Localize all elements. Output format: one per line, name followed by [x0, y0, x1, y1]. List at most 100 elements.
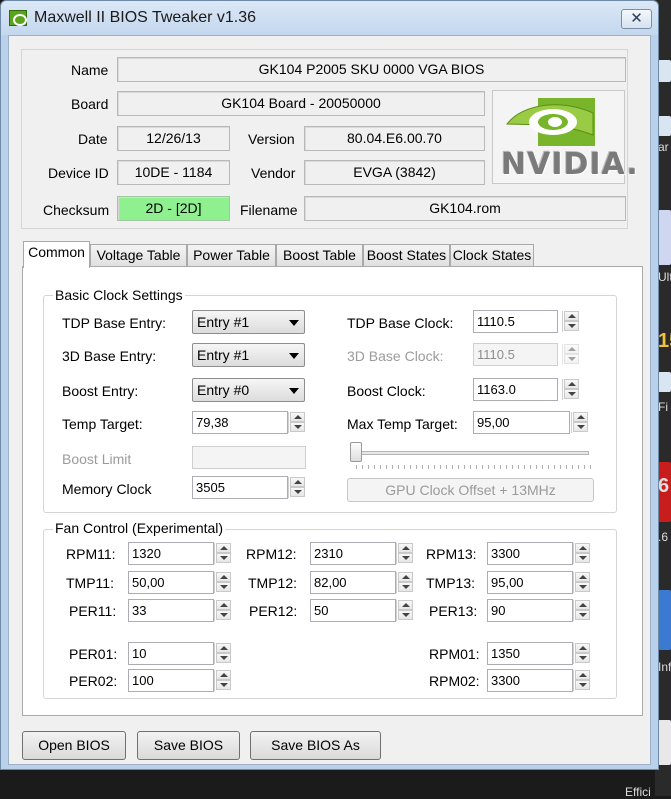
tab-boost-table[interactable]: Boost Table — [276, 244, 363, 266]
rpm12-spinner[interactable] — [396, 543, 413, 564]
spin-down-icon[interactable] — [216, 610, 231, 620]
device-id-label: Device ID — [48, 165, 109, 181]
per13-input[interactable]: 90 — [487, 599, 573, 622]
desktop-shortcut-icon[interactable] — [658, 116, 671, 136]
rpm02-input[interactable]: 3300 — [487, 669, 573, 692]
spin-up-icon[interactable] — [575, 543, 590, 553]
spin-down-icon[interactable] — [575, 582, 590, 592]
slider-tick — [590, 465, 591, 469]
tmp12-input[interactable]: 82,00 — [310, 571, 396, 594]
spin-up-icon[interactable] — [564, 379, 579, 389]
spin-down-icon[interactable] — [398, 582, 413, 592]
spin-down-icon[interactable] — [575, 653, 590, 663]
spin-down-icon[interactable] — [290, 422, 305, 432]
spin-down-icon[interactable] — [216, 680, 231, 690]
boost-clock-spinner[interactable] — [562, 379, 579, 400]
tab-boost-states[interactable]: Boost States — [363, 244, 450, 266]
spin-up-icon[interactable] — [564, 311, 579, 321]
spin-down-icon[interactable] — [575, 610, 590, 620]
spin-up-icon[interactable] — [216, 572, 231, 582]
rpm12-input[interactable]: 2310 — [310, 542, 396, 565]
tmp12-spinner[interactable] — [396, 572, 413, 593]
spin-up-icon[interactable] — [398, 543, 413, 553]
temp-target-input[interactable]: 79,38 — [192, 411, 288, 434]
desktop-shortcut-icon[interactable] — [658, 590, 671, 650]
temp-target-spinner[interactable] — [288, 412, 305, 433]
spin-down-icon[interactable] — [564, 389, 579, 399]
rpm13-spinner[interactable] — [573, 543, 590, 564]
desktop-shortcut-icon[interactable] — [658, 720, 671, 765]
tmp13-spinner[interactable] — [573, 572, 590, 593]
spin-up-icon[interactable] — [290, 477, 305, 487]
slider-tick — [578, 465, 579, 469]
spin-down-icon[interactable] — [216, 582, 231, 592]
spin-up-icon[interactable] — [575, 670, 590, 680]
desktop-shortcut-icon[interactable] — [658, 60, 671, 82]
spin-down-icon[interactable] — [398, 553, 413, 563]
tab-clock-states[interactable]: Clock States — [450, 244, 534, 266]
per11-input[interactable]: 33 — [128, 599, 214, 622]
tdp-base-clock-spinner[interactable] — [562, 311, 579, 332]
spin-up-icon[interactable] — [573, 412, 588, 422]
clock-offset-slider-track[interactable] — [351, 451, 589, 455]
tmp11-input[interactable]: 50,00 — [128, 571, 214, 594]
spin-down-icon[interactable] — [216, 653, 231, 663]
rpm11-spinner[interactable] — [214, 543, 231, 564]
rpm11-input[interactable]: 1320 — [128, 542, 214, 565]
fan-control-title: Fan Control (Experimental) — [53, 520, 226, 536]
per02-spinner[interactable] — [214, 670, 231, 691]
rpm02-spinner[interactable] — [573, 670, 590, 691]
tab-voltage-table[interactable]: Voltage Table — [90, 244, 187, 266]
spin-up-icon[interactable] — [290, 412, 305, 422]
save-bios-as-button[interactable]: Save BIOS As — [250, 731, 381, 760]
per12-spinner[interactable] — [396, 600, 413, 621]
max-temp-target-input[interactable]: 95,00 — [473, 411, 570, 434]
open-bios-button[interactable]: Open BIOS — [22, 731, 126, 760]
tmp11-spinner[interactable] — [214, 572, 231, 593]
spin-up-icon[interactable] — [216, 600, 231, 610]
tmp13-input[interactable]: 95,00 — [487, 571, 573, 594]
close-button[interactable]: ✕ — [621, 9, 652, 29]
tab-power-table[interactable]: Power Table — [187, 244, 276, 266]
spin-up-icon[interactable] — [216, 643, 231, 653]
clock-offset-slider-thumb[interactable] — [350, 442, 362, 462]
spin-up-icon[interactable] — [216, 543, 231, 553]
desktop-shortcut-icon[interactable] — [658, 372, 671, 392]
spin-down-icon[interactable] — [290, 487, 305, 497]
spin-down-icon[interactable] — [216, 553, 231, 563]
per11-spinner[interactable] — [214, 600, 231, 621]
spin-up-icon[interactable] — [398, 600, 413, 610]
spin-up-icon[interactable] — [398, 572, 413, 582]
boost-clock-input[interactable]: 1163.0 — [473, 378, 558, 401]
tab-common[interactable]: Common — [23, 241, 90, 268]
spin-down-icon[interactable] — [398, 610, 413, 620]
tdp-base-clock-input[interactable]: 1110.5 — [473, 310, 558, 333]
desktop-shortcut-icon[interactable] — [658, 210, 671, 265]
per12-input[interactable]: 50 — [310, 599, 396, 622]
spin-down-icon[interactable] — [573, 422, 588, 432]
per01-input[interactable]: 10 — [128, 642, 214, 665]
boost-entry-select[interactable]: Entry #0 — [192, 378, 305, 402]
per02-input[interactable]: 100 — [128, 669, 214, 692]
title-bar[interactable]: Maxwell II BIOS Tweaker v1.36 ✕ — [1, 1, 658, 35]
spin-down-icon[interactable] — [575, 553, 590, 563]
tdp-base-entry-select[interactable]: Entry #1 — [192, 310, 305, 334]
spin-down-icon[interactable] — [564, 321, 579, 331]
per02-label: PER02: — [69, 673, 118, 689]
spin-up-icon[interactable] — [575, 572, 590, 582]
spin-down-icon[interactable] — [575, 680, 590, 690]
rpm01-spinner[interactable] — [573, 643, 590, 664]
per13-spinner[interactable] — [573, 600, 590, 621]
rpm01-input[interactable]: 1350 — [487, 642, 573, 665]
rpm13-input[interactable]: 3300 — [487, 542, 573, 565]
memory-clock-input[interactable]: 3505 — [192, 476, 288, 499]
max-temp-target-spinner[interactable] — [571, 412, 588, 433]
memory-clock-spinner[interactable] — [288, 477, 305, 498]
spin-up-icon[interactable] — [575, 643, 590, 653]
per01-spinner[interactable] — [214, 643, 231, 664]
save-bios-button[interactable]: Save BIOS — [137, 731, 240, 760]
slider-tick — [488, 465, 489, 469]
spin-up-icon[interactable] — [575, 600, 590, 610]
3d-base-entry-select[interactable]: Entry #1 — [192, 343, 305, 367]
spin-up-icon[interactable] — [216, 670, 231, 680]
